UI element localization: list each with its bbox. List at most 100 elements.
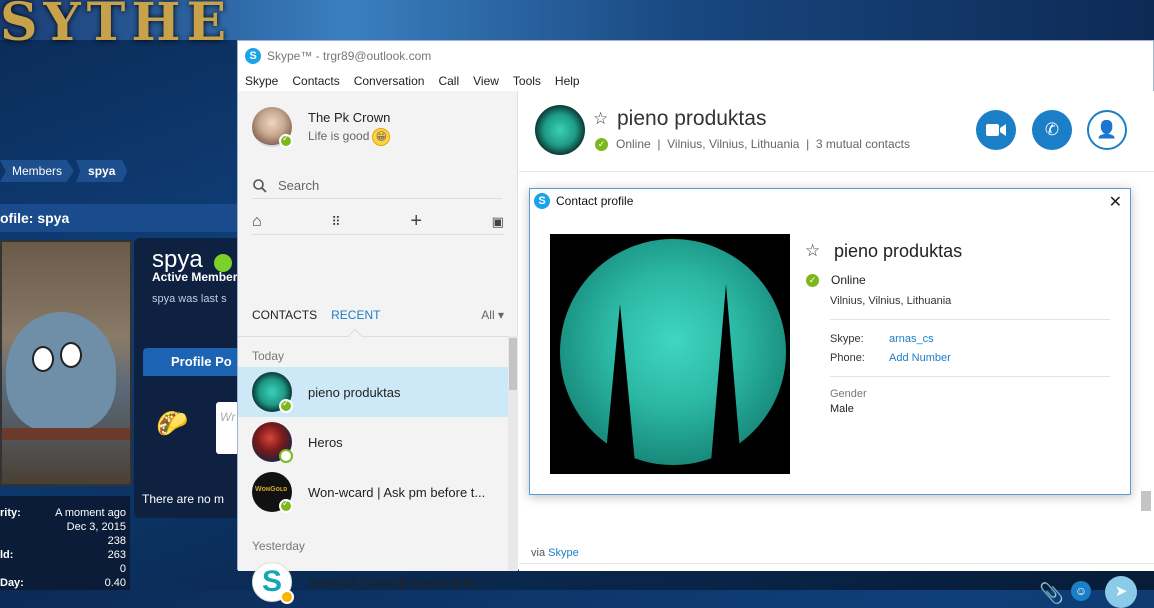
mutual-contacts-link[interactable]: 3 mutual contacts bbox=[816, 137, 910, 151]
menu-contacts[interactable]: Contacts bbox=[292, 74, 339, 88]
menu-skype[interactable]: Skype bbox=[245, 74, 278, 88]
send-button[interactable]: ➤ bbox=[1105, 576, 1137, 608]
avatar bbox=[252, 372, 293, 413]
home-icon[interactable]: ⌂ bbox=[252, 213, 262, 231]
send-icon: ➤ bbox=[1114, 583, 1128, 600]
profile-heading: ofile: spya bbox=[0, 204, 240, 232]
add-person-icon: 👤 bbox=[1096, 120, 1118, 139]
tab-contacts[interactable]: CONTACTS bbox=[252, 308, 317, 322]
dialog-title-bar: S Contact profile bbox=[530, 189, 1130, 213]
title-bar: S Skype™ - trgr89@outlook.com bbox=[238, 41, 1153, 71]
my-avatar[interactable] bbox=[252, 107, 293, 148]
filter-dropdown[interactable]: All ▾ bbox=[481, 308, 504, 322]
online-status-icon bbox=[279, 498, 293, 513]
last-seen-text: spya was last s bbox=[152, 293, 227, 305]
gender-value: Male bbox=[830, 403, 854, 415]
wongold-logo-icon: WᴏɴGᴏʟᴅ bbox=[255, 486, 288, 493]
contacts-tabs: CONTACTS RECENT All ▾ bbox=[252, 301, 504, 329]
contact-name: Heros bbox=[308, 434, 343, 450]
profile-status: ✓ Online bbox=[806, 273, 866, 287]
s-logo-icon: S bbox=[262, 565, 283, 598]
nav-toolbar: ⌂ ⠿ + ▣ bbox=[252, 209, 504, 235]
audio-call-button[interactable]: ✆ bbox=[1032, 110, 1072, 150]
favorite-star-icon[interactable]: ☆ bbox=[593, 109, 608, 129]
search-input[interactable]: Search bbox=[252, 173, 502, 199]
window-title: Skype™ - trgr89@outlook.com bbox=[267, 49, 432, 63]
breadcrumb-members[interactable]: Members bbox=[0, 160, 75, 182]
emoticon-button-icon[interactable]: ☺ bbox=[1071, 581, 1091, 601]
list-item[interactable]: pieno produktas bbox=[238, 367, 508, 417]
online-status-icon bbox=[279, 398, 293, 413]
conversation-title[interactable]: pieno produktas bbox=[617, 107, 766, 131]
member-stats: rity: A moment ago Dec 3, 2015 238 ld: 263… bbox=[0, 496, 130, 590]
dialog-title: Contact profile bbox=[556, 194, 634, 208]
attach-file-icon[interactable]: 📎 bbox=[1039, 581, 1064, 606]
list-item[interactable]: WᴏɴGᴏʟᴅ Won-wcard | Ask pm before t... bbox=[238, 467, 508, 517]
section-yesterday: Yesterday bbox=[252, 539, 305, 553]
skype-link[interactable]: Skype bbox=[548, 547, 579, 559]
phone-icon: ✆ bbox=[1044, 120, 1060, 139]
forum-logo: SYTHE bbox=[0, 0, 233, 53]
breadcrumb-user[interactable]: spya bbox=[76, 160, 128, 182]
profile-name: pieno produktas bbox=[834, 241, 963, 261]
online-status-icon bbox=[279, 133, 293, 148]
skype-logo-icon: S bbox=[245, 48, 261, 64]
tab-profile-posts[interactable]: Profile Po bbox=[143, 348, 238, 376]
conversation-status: ✓ Online | Vilnius, Vilnius, Lithuania |… bbox=[595, 137, 910, 151]
contacts-scrollbar[interactable] bbox=[508, 336, 518, 571]
profile-location: Vilnius, Vilnius, Lithuania bbox=[830, 295, 952, 307]
add-icon[interactable]: + bbox=[410, 210, 422, 233]
video-camera-icon bbox=[986, 124, 1006, 136]
skype-logo-icon: S bbox=[534, 193, 550, 209]
profile-post-input[interactable]: Wr bbox=[216, 402, 238, 454]
search-icon bbox=[253, 178, 267, 193]
taco-emoji-icon: 🌮 bbox=[156, 408, 189, 438]
close-icon[interactable]: ✕ bbox=[1109, 192, 1122, 212]
section-today: Today bbox=[252, 349, 285, 363]
avatar bbox=[252, 422, 293, 463]
contact-name: Samirk3 [Donor][Vouched] Ai... bbox=[308, 574, 486, 590]
phone-label: Phone: bbox=[830, 352, 865, 364]
away-status-icon bbox=[279, 449, 293, 463]
favorite-star-icon[interactable]: ☆ bbox=[805, 241, 820, 261]
tabs-divider bbox=[238, 336, 508, 337]
tab-recent[interactable]: RECENT bbox=[331, 308, 380, 322]
video-call-button[interactable] bbox=[976, 110, 1016, 150]
breadcrumb: Members spya bbox=[0, 160, 129, 182]
add-number-link[interactable]: Add Number bbox=[889, 352, 951, 364]
compose-divider bbox=[519, 563, 1154, 564]
dialpad-icon[interactable]: ⠿ bbox=[331, 214, 341, 230]
skype-id[interactable]: arnas_cs bbox=[889, 333, 934, 345]
contact-name: Won-wcard | Ask pm before t... bbox=[308, 484, 486, 500]
list-item[interactable]: Heros bbox=[238, 417, 508, 467]
contact-card-icon[interactable]: ▣ bbox=[492, 214, 504, 230]
menu-view[interactable]: View bbox=[473, 74, 499, 88]
tab-indicator bbox=[347, 328, 363, 344]
chevron-down-icon: ▾ bbox=[497, 308, 504, 322]
menu-tools[interactable]: Tools bbox=[513, 74, 541, 88]
divider bbox=[830, 319, 1110, 320]
avatar: WᴏɴGᴏʟᴅ bbox=[252, 472, 293, 513]
member-rank: Active Member bbox=[152, 270, 238, 284]
list-item[interactable]: S Samirk3 [Donor][Vouched] Ai... bbox=[238, 557, 508, 607]
menu-help[interactable]: Help bbox=[555, 74, 580, 88]
forum-avatar bbox=[0, 240, 132, 486]
via-skype: via Skype bbox=[531, 547, 579, 559]
contact-name: pieno produktas bbox=[308, 384, 401, 400]
idle-status-icon bbox=[280, 590, 294, 604]
search-placeholder: Search bbox=[278, 178, 320, 193]
smiley-emoji-icon: 😁 bbox=[372, 128, 391, 146]
menu-conversation[interactable]: Conversation bbox=[354, 74, 425, 88]
online-status-icon: ✓ bbox=[806, 273, 819, 287]
conversation-scrollbar[interactable] bbox=[1141, 491, 1151, 511]
profile-picture bbox=[550, 234, 790, 474]
online-status-icon: ✓ bbox=[595, 137, 608, 151]
contact-avatar[interactable] bbox=[535, 105, 585, 155]
contacts-pane: The Pk Crown Life is good😁 Search ⌂ ⠿ + … bbox=[238, 91, 518, 604]
my-name[interactable]: The Pk Crown bbox=[308, 110, 390, 125]
skype-label: Skype: bbox=[830, 333, 864, 345]
mood-message[interactable]: Life is good 😁 bbox=[308, 128, 391, 146]
menu-call[interactable]: Call bbox=[438, 74, 459, 88]
header-divider bbox=[519, 171, 1154, 172]
add-people-button[interactable]: 👤 bbox=[1087, 110, 1127, 150]
